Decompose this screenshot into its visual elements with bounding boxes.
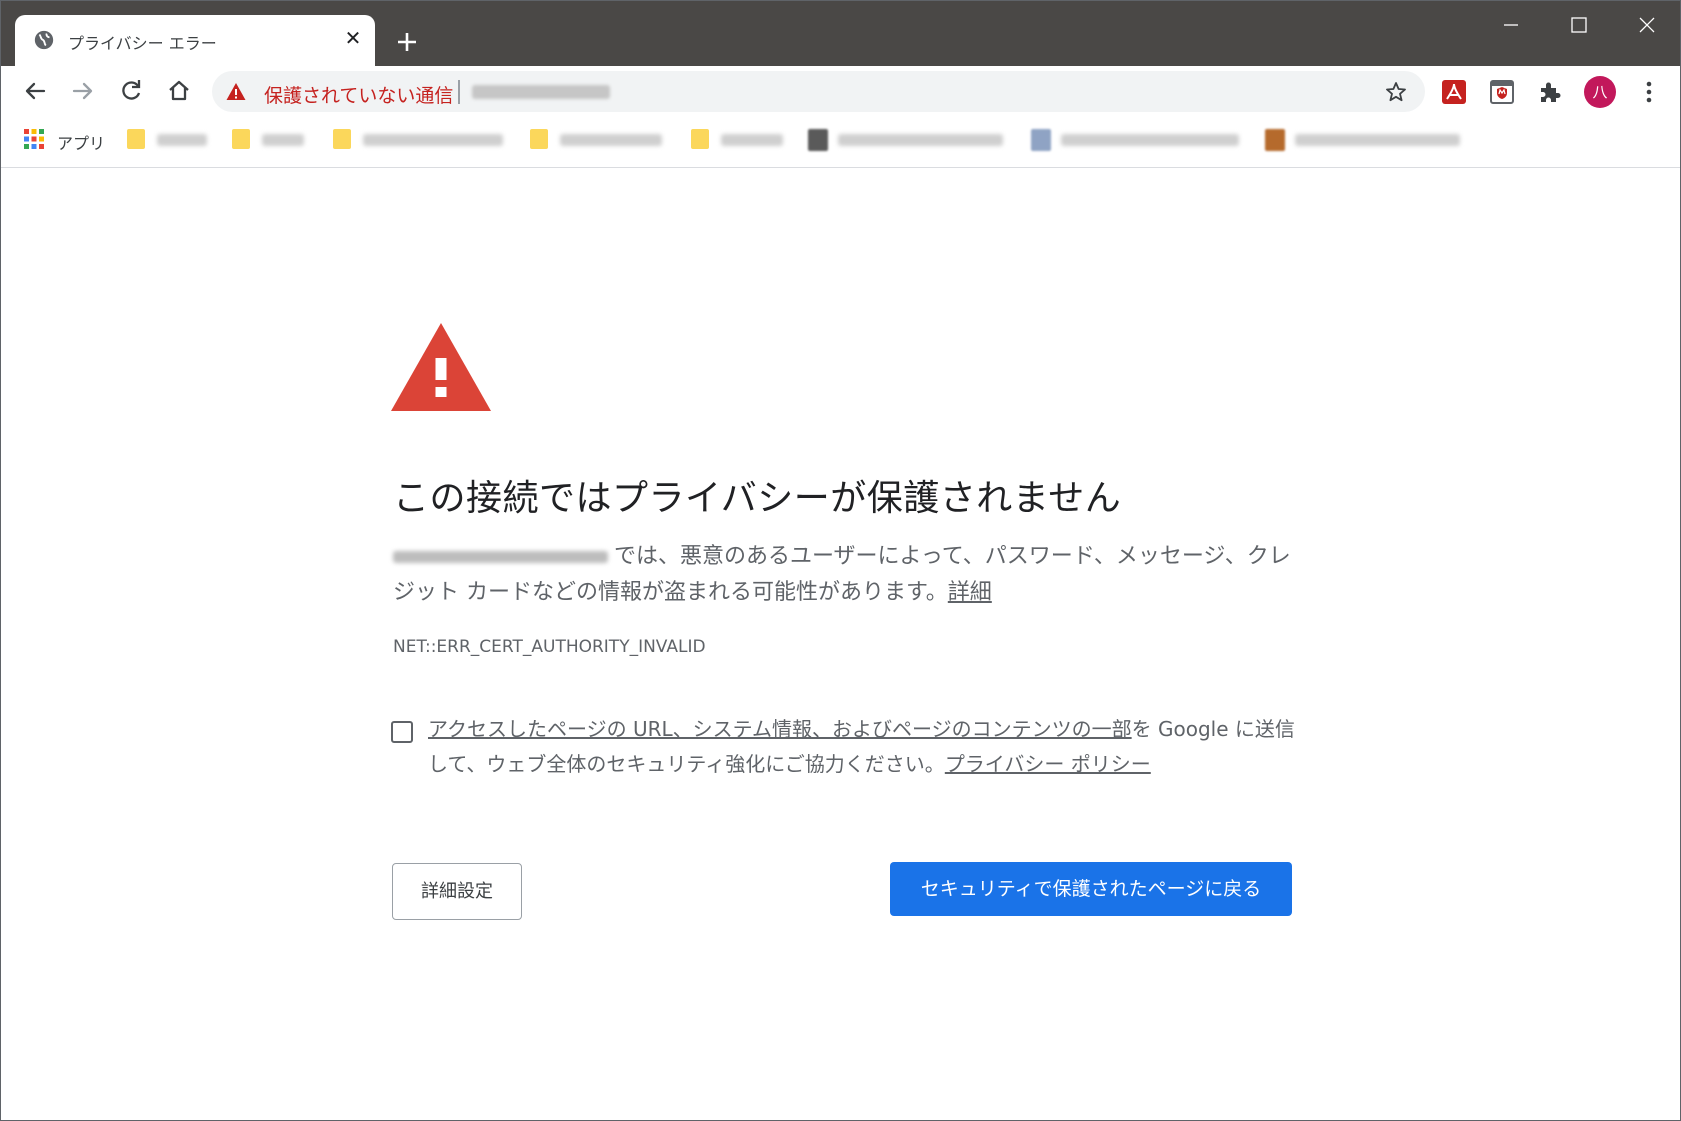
tab-privacy-error[interactable]: プライバシー エラー ✕ [15,15,375,66]
bookmark-site-3[interactable] [1265,128,1465,152]
blurred-bookmark-label [262,134,304,146]
more-menu-icon[interactable] [1637,78,1661,106]
blurred-bookmark-label [1061,134,1239,146]
bookmark-site-1[interactable] [808,128,1008,152]
favicon [1031,129,1051,151]
bookmark-folder-1[interactable] [127,128,209,152]
folder-icon [691,129,709,149]
toolbar: 保護されていない通信 八 [1,66,1680,116]
large-warning-triangle-icon [391,323,491,411]
favicon [808,129,828,151]
privacy-error-page: この接続ではプライバシーが保護されません では、悪意のあるユーザーによって、パス… [1,168,1680,1120]
extensions-puzzle-icon[interactable] [1537,79,1563,105]
reload-icon[interactable] [114,74,148,108]
blurred-site-name [393,551,608,563]
apps-grid-icon[interactable] [24,129,44,149]
folder-icon [333,129,351,149]
blurred-bookmark-label [721,134,783,146]
blurred-bookmark-label [157,134,207,146]
new-tab-plus-icon[interactable] [391,26,423,58]
back-to-safety-button[interactable]: セキュリティで保護されたページに戻る [890,862,1292,916]
blurred-bookmark-label [363,134,503,146]
maximize-icon[interactable] [1549,9,1609,41]
globe-icon [34,30,54,50]
privacy-policy-link[interactable]: プライバシー ポリシー [945,752,1151,776]
bookmark-site-2[interactable] [1031,128,1243,152]
report-checkbox[interactable] [391,721,413,743]
report-data-link[interactable]: アクセスしたページの URL、システム情報、およびページのコンテンツの一部 [428,717,1132,741]
bookmark-folder-5[interactable] [691,128,786,152]
bookmarks-bar: アプリ [1,116,1680,168]
browser-window: プライバシー エラー ✕ 保護されていない通信 八 アプリ この接続ではプライバ… [0,0,1681,1121]
profile-avatar[interactable]: 八 [1584,76,1616,108]
forward-arrow-icon[interactable] [66,74,100,108]
tab-close-icon[interactable]: ✕ [341,26,365,50]
bookmark-folder-2[interactable] [232,128,306,152]
apps-shortcut-label[interactable]: アプリ [57,130,105,154]
window-close-icon[interactable] [1617,9,1677,41]
report-opt-in-text: アクセスしたページの URL、システム情報、およびページのコンテンツの一部を G… [428,712,1300,782]
tab-strip: プライバシー エラー ✕ [1,1,1680,66]
folder-icon [127,129,145,149]
details-link[interactable]: 詳細 [948,580,992,605]
blurred-bookmark-label [838,134,1003,146]
bookmark-folder-4[interactable] [530,128,665,152]
back-arrow-icon[interactable] [18,74,52,108]
folder-icon [530,129,548,149]
omnibox-separator [458,80,460,104]
error-code: NET::ERR_CERT_AUTHORITY_INVALID [393,637,706,657]
acrobat-extension-icon[interactable] [1441,79,1467,105]
address-bar[interactable]: 保護されていない通信 [212,71,1425,112]
security-status-text[interactable]: 保護されていない通信 [264,81,453,108]
blurred-bookmark-label [560,134,662,146]
bookmark-star-icon[interactable] [1384,80,1408,104]
home-icon[interactable] [162,74,196,108]
folder-icon [232,129,250,149]
favicon [1265,129,1285,151]
blurred-bookmark-label [1295,134,1460,146]
tab-title: プライバシー エラー [68,34,217,53]
minimize-icon[interactable] [1481,9,1541,41]
page-title: この接続ではプライバシーが保護されません [393,478,1122,519]
error-description: では、悪意のあるユーザーによって、パスワード、メッセージ、クレジット カードなど… [393,539,1298,611]
bookmark-folder-3[interactable] [333,128,508,152]
security-extension-icon[interactable] [1489,79,1515,105]
warning-triangle-icon[interactable] [226,82,246,102]
blurred-url [472,85,610,99]
advanced-button[interactable]: 詳細設定 [392,863,522,920]
